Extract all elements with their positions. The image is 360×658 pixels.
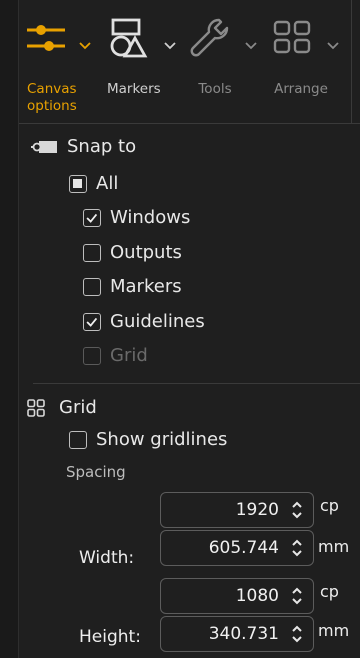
snap-item-guidelines[interactable]: Guidelines xyxy=(83,311,205,332)
show-gridlines-checkbox[interactable] xyxy=(69,430,87,449)
width-label: Width: xyxy=(79,548,135,568)
grid-icon xyxy=(27,398,45,417)
height-cp-field[interactable]: 1080 xyxy=(160,578,314,614)
unit-mm: mm xyxy=(318,621,350,640)
snap-item-grid[interactable]: Grid xyxy=(83,345,148,366)
grid-title: Grid xyxy=(59,397,97,418)
snap-icon xyxy=(31,140,57,153)
snap-item-markers[interactable]: Markers xyxy=(83,276,182,297)
snap-to-header: Snap to xyxy=(29,136,136,157)
arrange-label: Arrange xyxy=(274,81,328,97)
tools-button[interactable]: Tools xyxy=(189,6,259,118)
spinner-icon[interactable] xyxy=(291,537,303,559)
chevron-down-icon[interactable] xyxy=(79,42,91,50)
chevron-down-icon[interactable] xyxy=(245,42,257,50)
spinner-icon[interactable] xyxy=(291,499,303,521)
toolbar: Canvas options Markers Tools Arrange xyxy=(19,0,360,124)
unit-cp: cp xyxy=(320,582,339,601)
markers-checkbox[interactable] xyxy=(83,277,101,296)
width-cp-field[interactable]: 1920 xyxy=(160,492,314,528)
chevron-down-icon[interactable] xyxy=(327,42,339,50)
show-gridlines-label: Show gridlines xyxy=(96,429,228,450)
snap-item-label: Grid xyxy=(110,345,148,366)
snap-item-label: Markers xyxy=(110,276,182,297)
chevron-down-icon[interactable] xyxy=(164,42,176,50)
toolbar-divider xyxy=(351,0,352,123)
windows-checkbox[interactable] xyxy=(83,208,101,227)
section-divider xyxy=(33,383,360,384)
snap-item-label: Outputs xyxy=(110,242,182,263)
width-mm-value: 605.744 xyxy=(208,538,279,558)
snap-item-label: All xyxy=(96,173,119,194)
canvas-options-icon xyxy=(27,25,65,51)
tools-label: Tools xyxy=(198,81,232,97)
checkmark-icon xyxy=(86,213,98,223)
grid-header: Grid xyxy=(27,397,97,418)
checkmark-icon xyxy=(86,317,98,327)
markers-icon xyxy=(110,18,148,58)
canvas-options-button[interactable]: Canvas options xyxy=(25,6,91,118)
snap-item-outputs[interactable]: Outputs xyxy=(83,242,182,263)
canvas-options-label: Canvas options xyxy=(27,81,77,114)
spacing-label: Spacing xyxy=(66,463,126,481)
markers-button[interactable]: Markers xyxy=(107,6,176,118)
arrange-icon xyxy=(273,20,311,54)
unit-mm: mm xyxy=(318,537,350,556)
guidelines-checkbox[interactable] xyxy=(83,312,101,331)
outputs-checkbox[interactable] xyxy=(83,243,101,262)
snap-item-label: Guidelines xyxy=(110,311,205,332)
height-label: Height: xyxy=(79,627,141,647)
left-edge xyxy=(0,0,18,658)
height-mm-field[interactable]: 340.731 xyxy=(160,616,314,652)
wrench-icon xyxy=(190,18,229,57)
spinner-icon[interactable] xyxy=(291,585,303,607)
height-cp-value: 1080 xyxy=(235,586,279,606)
all-checkbox[interactable] xyxy=(69,174,87,193)
width-mm-field[interactable]: 605.744 xyxy=(160,530,314,566)
snap-item-all[interactable]: All xyxy=(69,173,118,194)
grid-checkbox[interactable] xyxy=(83,346,101,365)
spinner-icon[interactable] xyxy=(291,623,303,645)
height-mm-value: 340.731 xyxy=(208,624,279,644)
unit-cp: cp xyxy=(320,496,339,515)
snap-item-label: Windows xyxy=(110,207,191,228)
canvas-options-panel: Canvas options Markers Tools Arrange Sna… xyxy=(0,0,360,658)
arrange-button[interactable]: Arrange xyxy=(271,6,343,118)
snap-to-title: Snap to xyxy=(67,136,137,157)
show-gridlines-option[interactable]: Show gridlines xyxy=(69,429,227,450)
markers-label: Markers xyxy=(107,81,161,97)
panel-body: Canvas options Markers Tools Arrange Sna… xyxy=(19,0,360,658)
snap-item-windows[interactable]: Windows xyxy=(83,207,190,228)
width-cp-value: 1920 xyxy=(235,500,279,520)
